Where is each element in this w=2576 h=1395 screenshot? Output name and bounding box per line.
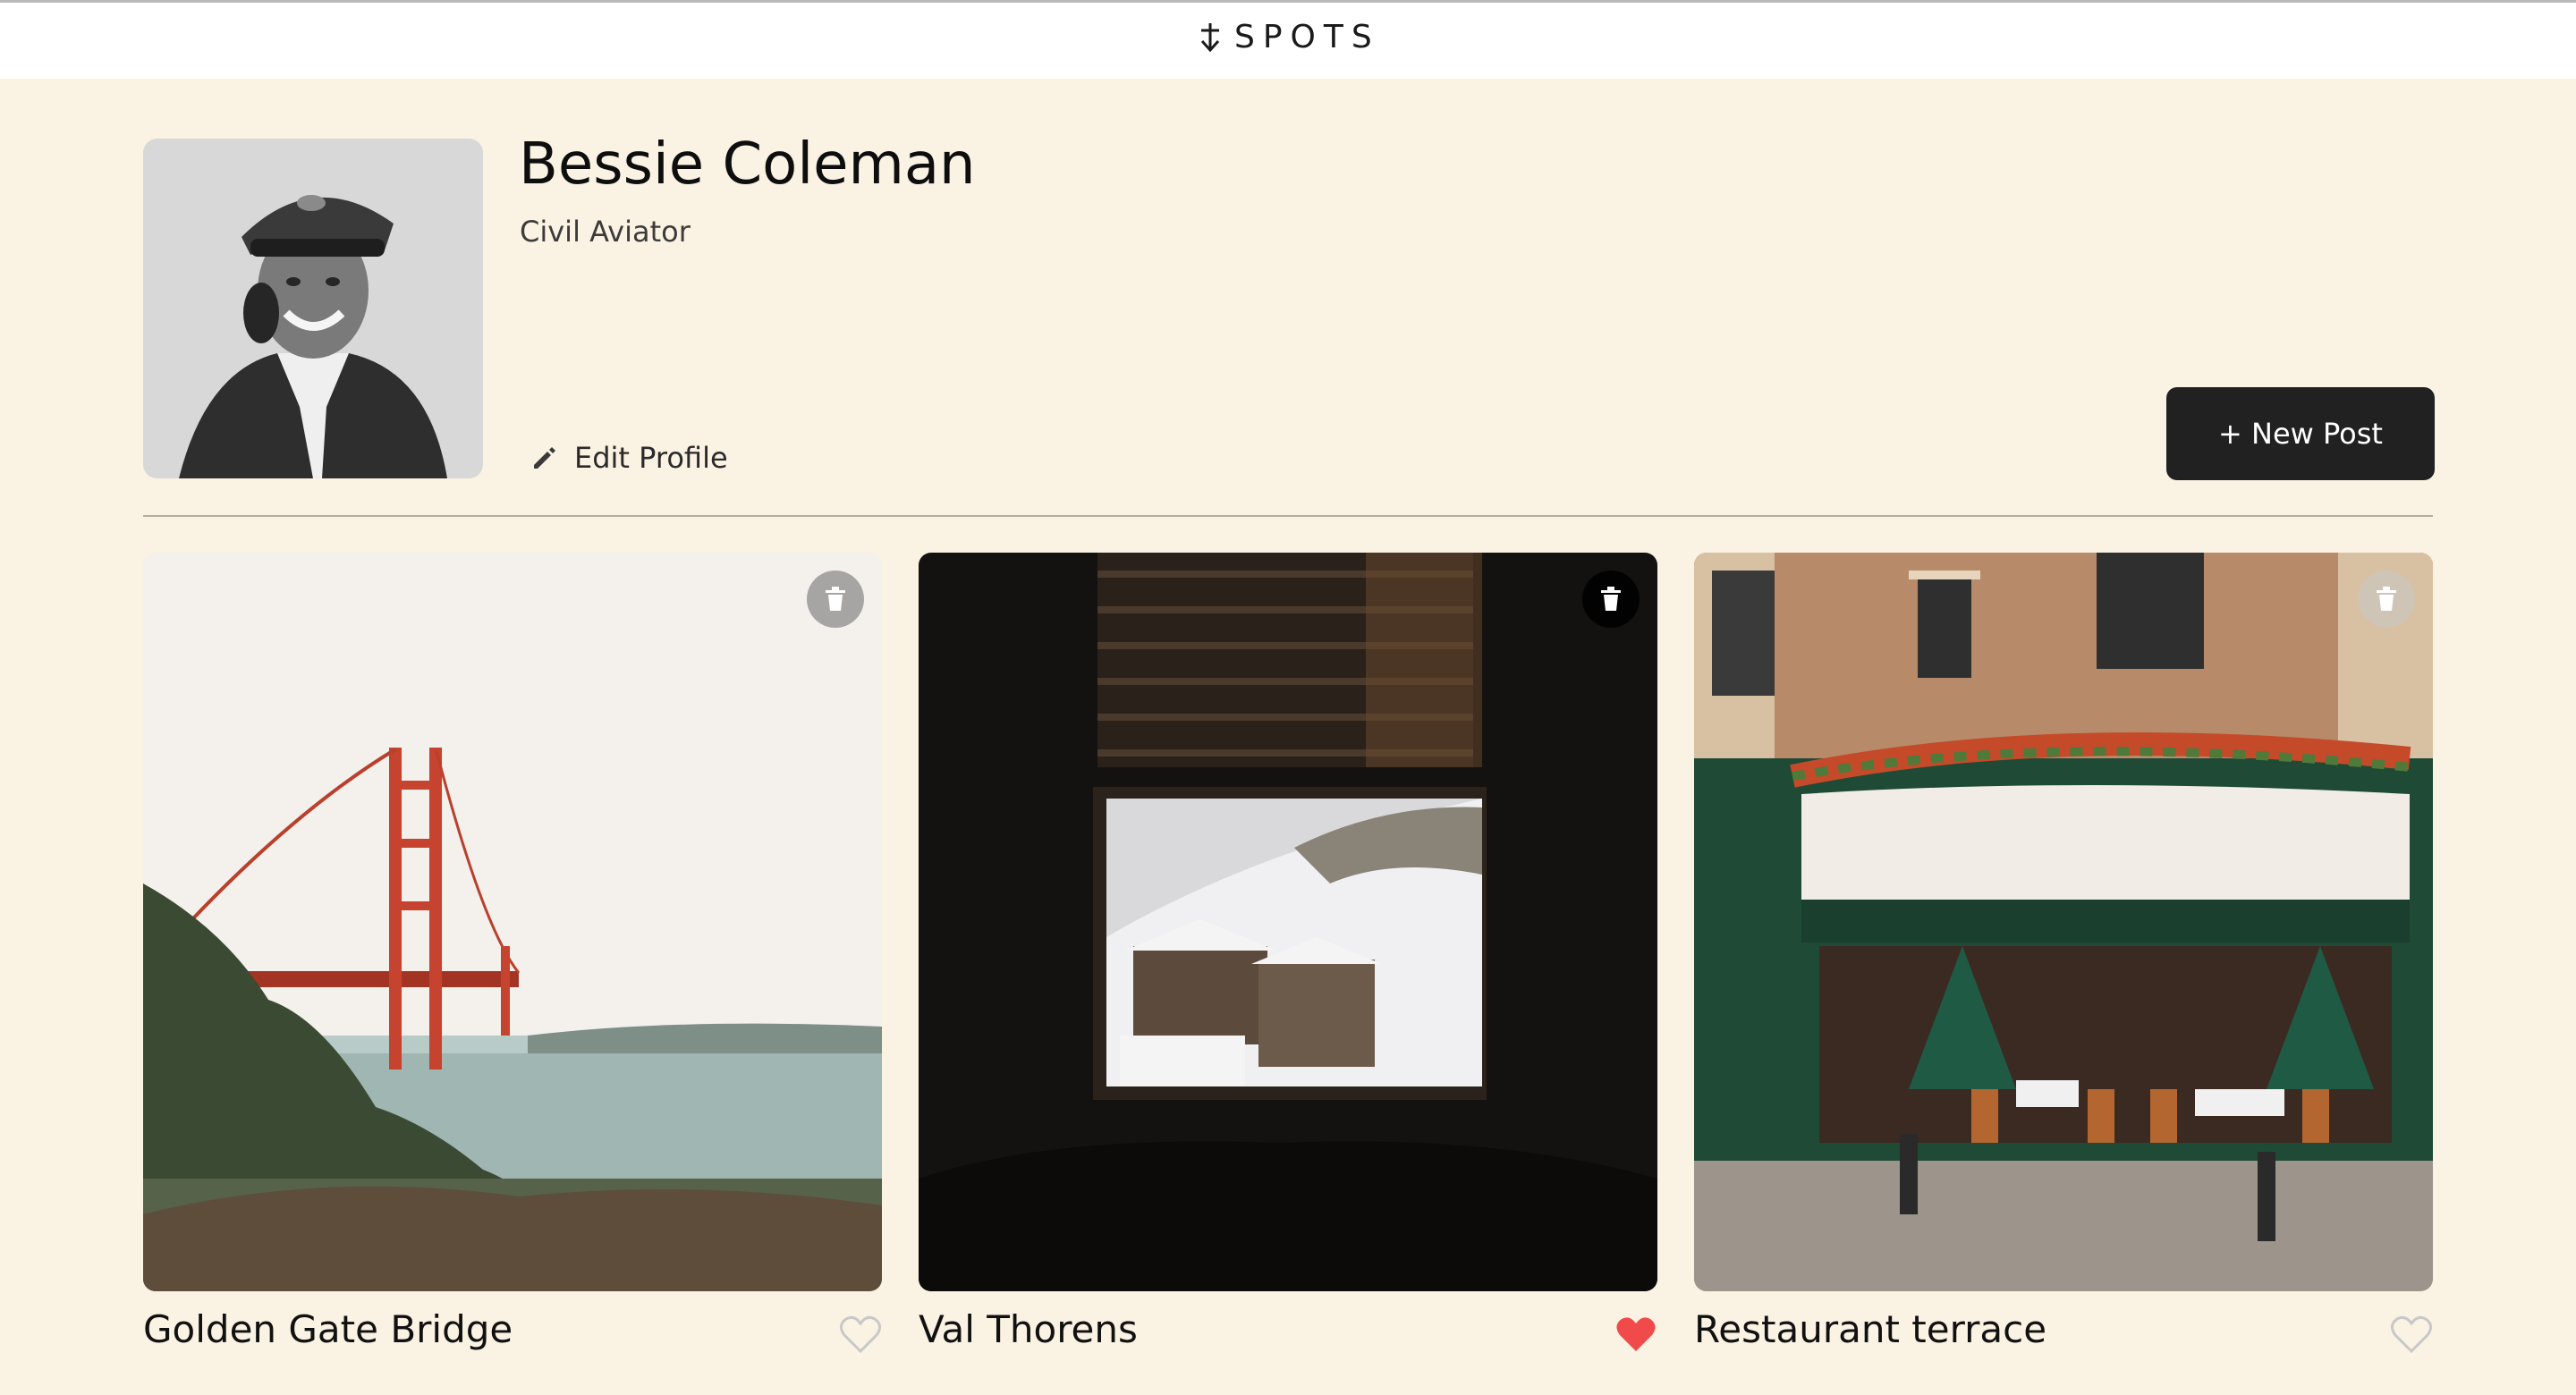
delete-button[interactable] (2358, 571, 2415, 628)
delete-button[interactable] (1582, 571, 1640, 628)
card: Golden Gate Bridge (143, 553, 882, 1375)
brand-name: SPOTS (1234, 19, 1380, 55)
pencil-icon (534, 447, 555, 469)
trash-icon (2377, 587, 2396, 611)
card: Restaurant terrace (1694, 553, 2433, 1375)
divider (143, 515, 2433, 517)
profile-section: Bessie Coleman Civil Aviator Edit Profil… (143, 131, 2435, 480)
card-image[interactable] (1694, 553, 2433, 1291)
like-heart-icon[interactable] (839, 1315, 882, 1354)
like-heart-icon[interactable] (2390, 1315, 2433, 1354)
trash-icon (826, 587, 845, 611)
new-post-button[interactable]: + New Post (2166, 387, 2435, 480)
edit-profile-button[interactable]: Edit Profile (530, 441, 728, 475)
profile-role: Civil Aviator (520, 215, 691, 249)
avatar (143, 139, 483, 478)
brand-logo[interactable]: SPOTS (1199, 19, 1380, 55)
card-title: Restaurant terrace (1694, 1307, 2047, 1351)
profile-name: Bessie Coleman (519, 131, 976, 198)
top-bar: SPOTS (0, 0, 2576, 79)
edit-profile-label: Edit Profile (574, 441, 728, 475)
down-arrow-icon (1200, 22, 1220, 52)
like-heart-icon[interactable] (1614, 1315, 1657, 1354)
card: Val Thorens (919, 553, 1657, 1375)
card-image[interactable] (919, 553, 1657, 1291)
card-title: Val Thorens (919, 1307, 1138, 1351)
trash-icon (1601, 587, 1621, 611)
delete-button[interactable] (807, 571, 864, 628)
card-image[interactable] (143, 553, 882, 1291)
card-title: Golden Gate Bridge (143, 1307, 513, 1351)
